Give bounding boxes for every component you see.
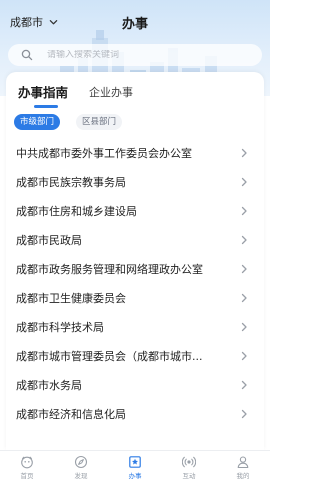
nav-mine-label: 我的 [236,472,250,480]
department-name: 成都市科学技术局 [16,320,104,334]
department-name: 成都市民政局 [16,233,82,247]
nav-service[interactable]: 办事 [108,451,162,480]
search-input[interactable] [47,50,247,60]
department-name: 成都市城市管理委员会（成都市城市... [16,349,203,363]
bottom-nav: 首页 发现 办事 互动 我的 [0,450,270,480]
department-name: 成都市经济和信息化局 [16,407,126,421]
list-item[interactable]: 成都市民政局 [6,225,264,254]
search-bar[interactable] [8,44,262,66]
list-item[interactable]: 成都市政务服务管理和网络理政办公室 [6,254,264,283]
list-item[interactable]: 成都市水务局 [6,370,264,399]
nav-service-label: 办事 [128,472,142,480]
chevron-right-icon [241,409,247,419]
chevron-right-icon [241,380,247,390]
nav-interact[interactable]: 互动 [162,451,216,480]
chevron-right-icon [241,293,247,303]
active-tab-indicator [34,105,58,108]
search-icon [21,49,33,61]
tab-group: 办事指南 企业办事 [6,82,264,108]
broadcast-icon [182,456,196,468]
page-title: 办事 [121,17,148,32]
service-icon [129,456,141,468]
nav-discover[interactable]: 发现 [54,451,108,480]
department-name: 成都市住房和城乡建设局 [16,204,137,218]
chevron-right-icon [241,148,247,158]
filter-district-departments[interactable]: 区县部门 [76,114,123,130]
guide-panel: 办事指南 企业办事 市级部门 区县部门 中共成都市委外事工作委员会办公室 成都市… [6,72,264,450]
home-icon [21,456,33,469]
department-name: 成都市民族宗教事务局 [16,175,126,189]
nav-home[interactable]: 首页 [0,451,54,480]
list-item[interactable]: 成都市城市管理委员会（成都市城市... [6,341,264,370]
nav-interact-label: 互动 [182,472,196,480]
chevron-right-icon [241,177,247,187]
filter-city-departments[interactable]: 市级部门 [14,114,61,130]
department-name: 成都市水务局 [16,378,82,392]
chevron-right-icon [241,351,247,361]
list-item[interactable]: 成都市经济和信息化局 [6,399,264,428]
department-name: 成都市卫生健康委员会 [16,291,126,305]
top-bar: 成都市 办事 [0,10,270,34]
tab-enterprise-service[interactable]: 企业办事 [89,84,133,100]
list-item[interactable]: 成都市民族宗教事务局 [6,167,264,196]
department-name: 中共成都市委外事工作委员会办公室 [16,146,192,160]
chevron-right-icon [241,206,247,216]
list-item[interactable]: 成都市科学技术局 [6,312,264,341]
list-item[interactable]: 成都市住房和城乡建设局 [6,196,264,225]
tab-service-guide[interactable]: 办事指南 [18,82,68,101]
list-item[interactable]: 成都市卫生健康委员会 [6,283,264,312]
department-list: 中共成都市委外事工作委员会办公室 成都市民族宗教事务局 成都市住房和城乡建设局 … [6,138,264,428]
nav-discover-label: 发现 [74,472,88,480]
list-item[interactable]: 中共成都市委外事工作委员会办公室 [6,138,264,167]
user-icon [237,456,249,469]
department-name: 成都市政务服务管理和网络理政办公室 [16,262,203,276]
filter-chips: 市级部门 区县部门 [6,114,264,134]
chevron-right-icon [241,322,247,332]
nav-mine[interactable]: 我的 [216,451,270,480]
compass-icon [74,455,88,469]
chevron-right-icon [241,264,247,274]
nav-home-label: 首页 [20,472,34,480]
chevron-right-icon [241,235,247,245]
